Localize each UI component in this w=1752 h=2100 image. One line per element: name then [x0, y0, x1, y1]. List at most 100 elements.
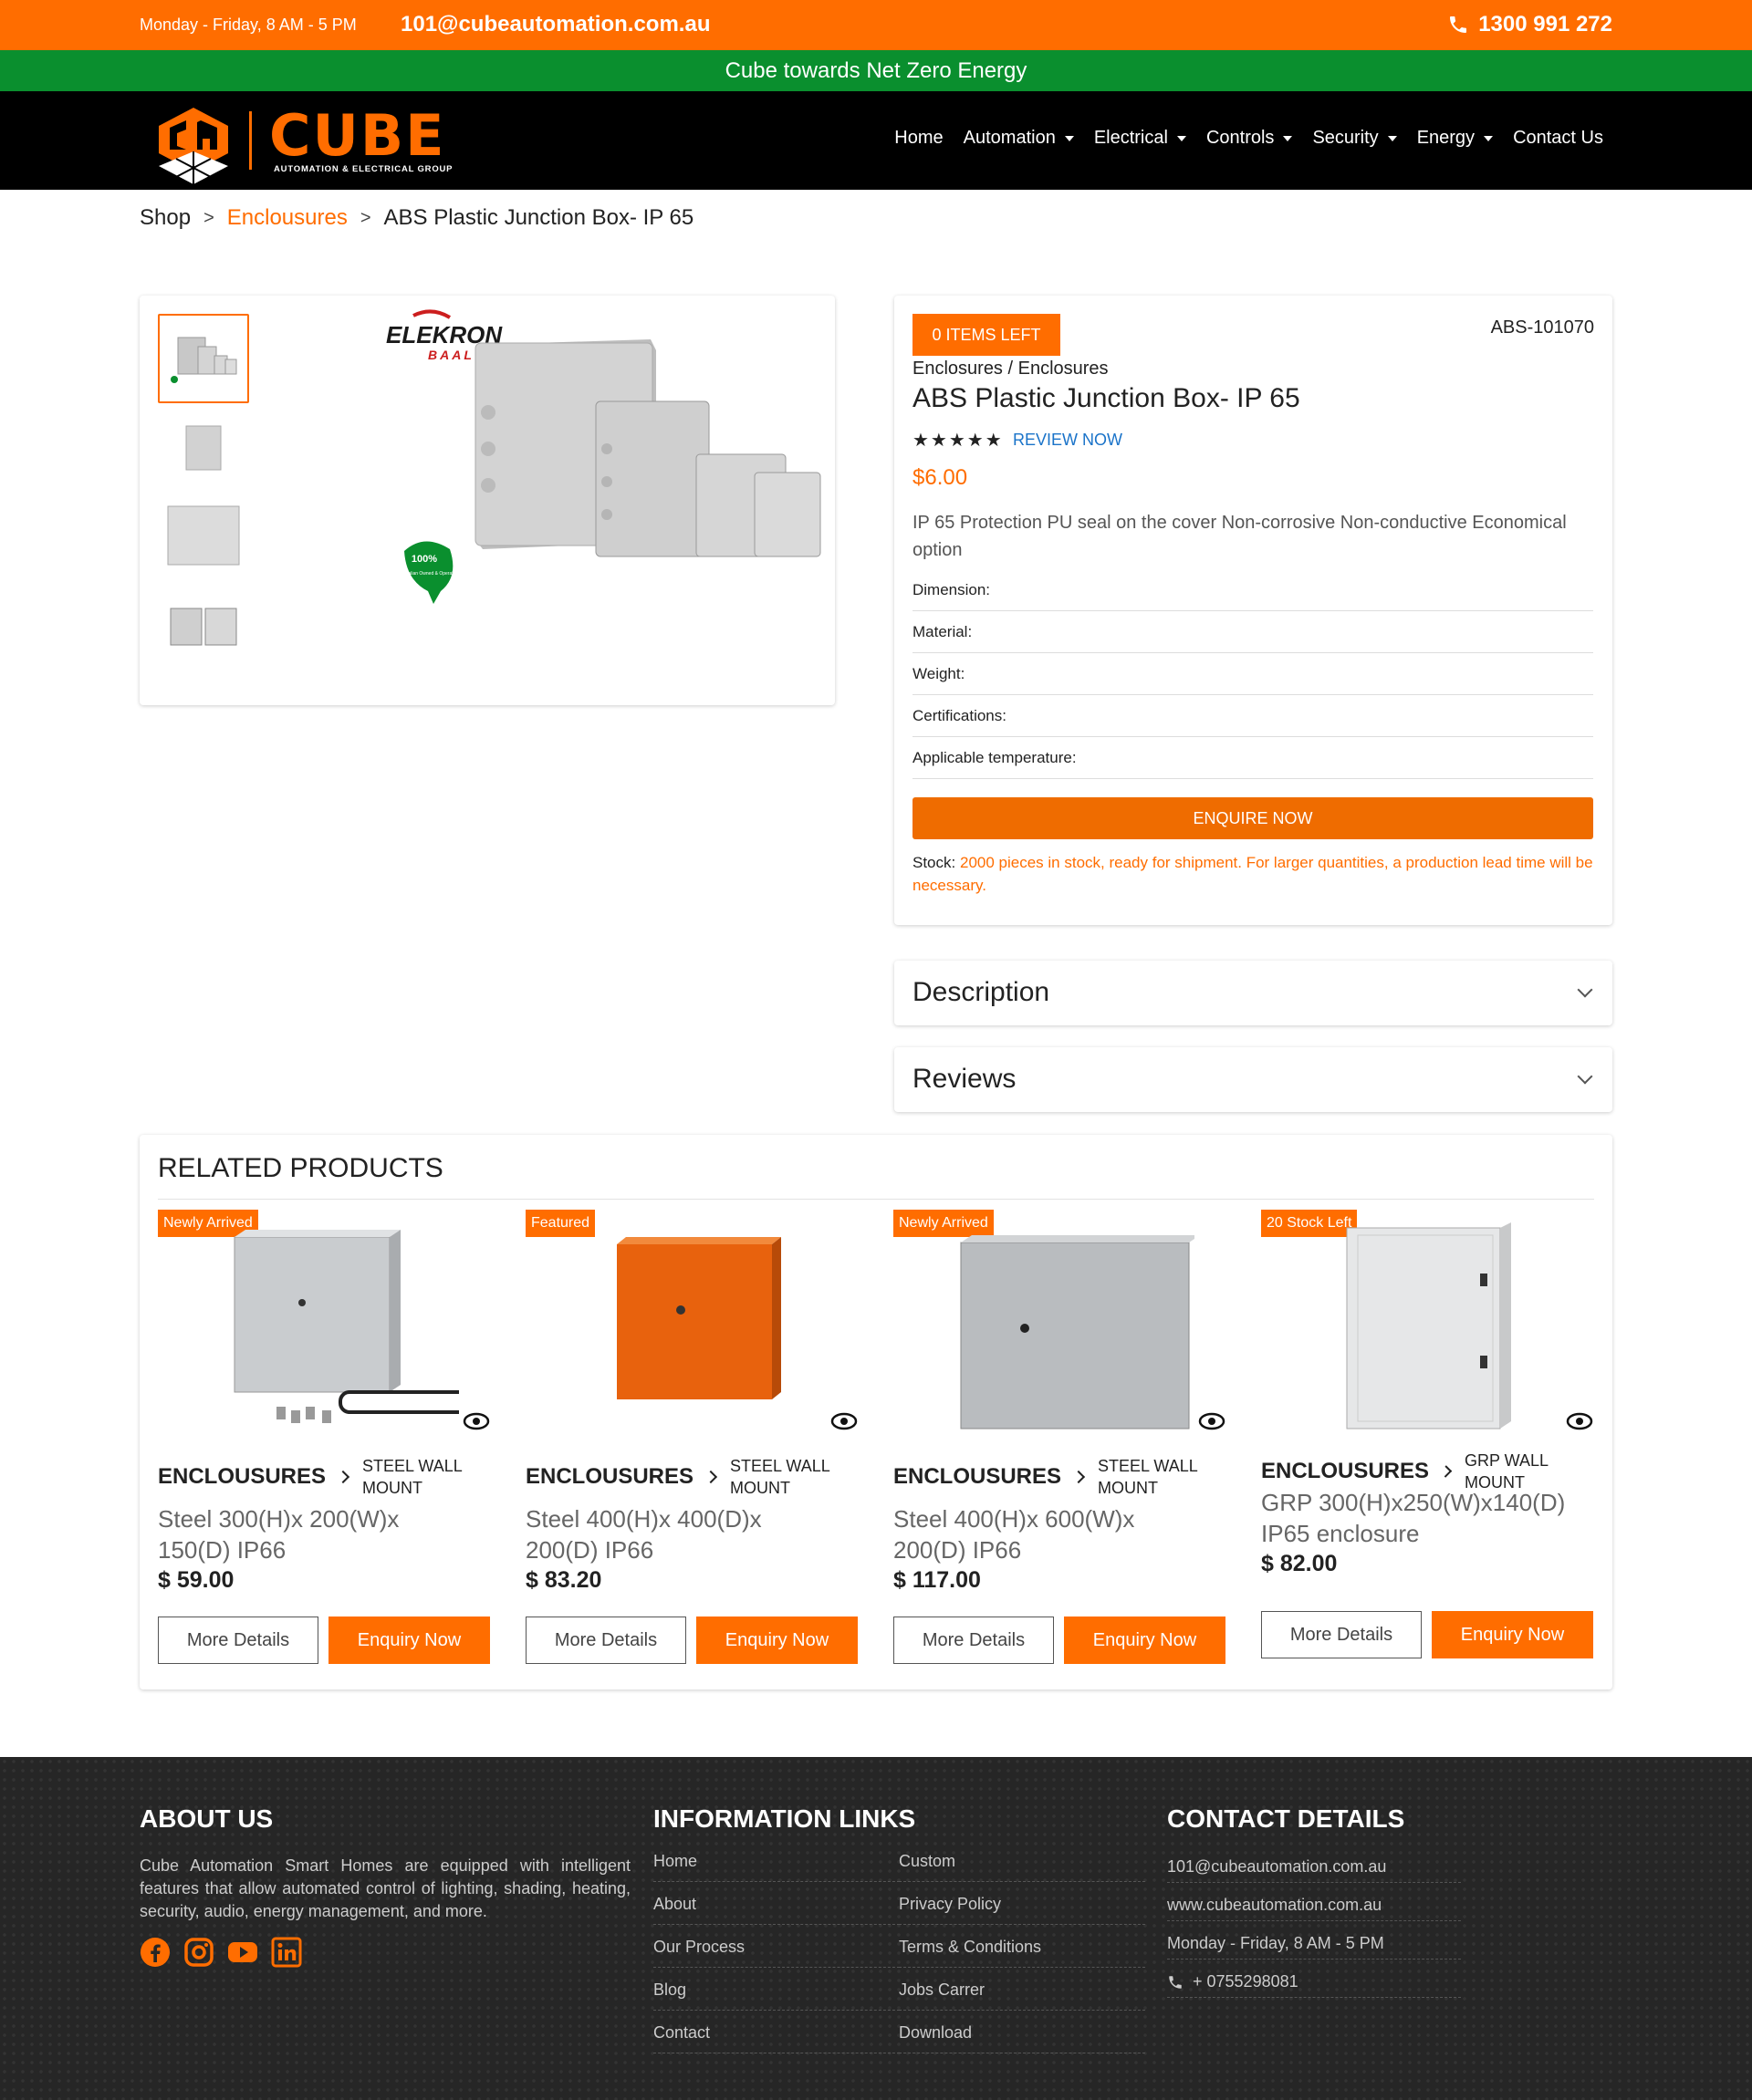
footer-contact-title: CONTACT DETAILS [1167, 1804, 1405, 1833]
enquiry-now-button[interactable]: Enquiry Now [696, 1617, 858, 1664]
footer-link[interactable]: Terms & Conditions [899, 1925, 1145, 1968]
nav-item-electrical[interactable]: Electrical [1094, 128, 1186, 149]
footer-website[interactable]: www.cubeautomation.com.au [1167, 1883, 1461, 1921]
gallery-thumbnail[interactable] [158, 491, 249, 580]
product-subcategory[interactable]: STEEL WALL MOUNT [1098, 1455, 1198, 1499]
nav-item-security[interactable]: Security [1312, 128, 1397, 149]
star-rating-icon: ★★★★★ [912, 431, 1004, 451]
description-accordion[interactable]: Description [894, 961, 1612, 1025]
product-subcategory[interactable]: STEEL WALL MOUNT [362, 1455, 463, 1499]
main-navbar: CUBE AUTOMATION & ELECTRICAL GROUP Home … [0, 91, 1752, 190]
nav-item-contact[interactable]: Contact Us [1513, 128, 1603, 149]
nav-item-home[interactable]: Home [894, 128, 943, 149]
nav-item-energy[interactable]: Energy [1417, 128, 1494, 149]
footer-phone[interactable]: + 0755298081 [1167, 1960, 1461, 1998]
breadcrumb: Shop > Enclousures > ABS Plastic Junctio… [140, 205, 694, 231]
business-hours: Monday - Friday, 8 AM - 5 PM [140, 16, 357, 34]
product-name[interactable]: Steel 400(H)x 400(D)x 200(D) IP66 [526, 1503, 836, 1565]
eye-icon[interactable] [1198, 1410, 1225, 1432]
footer-link[interactable]: Privacy Policy [899, 1882, 1145, 1925]
nav-label: Electrical [1093, 128, 1168, 148]
footer-link[interactable]: Custom [899, 1839, 1145, 1882]
brand-logo-subtext: BAAL [428, 348, 474, 362]
review-now-link[interactable]: REVIEW NOW [1013, 431, 1122, 450]
product-category[interactable]: Enclosures / Enclosures [912, 359, 1109, 379]
product-subcategory[interactable]: STEEL WALL MOUNT [730, 1455, 830, 1499]
product-sku: ABS-101070 [1490, 317, 1594, 338]
eye-icon[interactable] [463, 1410, 490, 1432]
cube-logo[interactable]: CUBE AUTOMATION & ELECTRICAL GROUP [155, 99, 493, 184]
footer-link[interactable]: Blog [653, 1968, 900, 2011]
product-category[interactable]: ENCLOUSURES [1261, 1459, 1429, 1484]
product-thumbnail-image [167, 505, 240, 566]
footer-email[interactable]: 101@cubeautomation.com.au [1167, 1845, 1461, 1883]
product-category[interactable]: ENCLOUSURES [158, 1464, 326, 1490]
product-price: $ 82.00 [1261, 1551, 1338, 1576]
product-category[interactable]: ENCLOUSURES [893, 1464, 1061, 1490]
more-details-button[interactable]: More Details [1261, 1611, 1422, 1658]
caret-down-icon [1176, 135, 1186, 141]
eye-icon[interactable] [830, 1410, 858, 1432]
product-image[interactable] [1288, 1219, 1562, 1438]
chevron-down-icon [1577, 982, 1593, 998]
enquiry-now-button[interactable]: Enquiry Now [328, 1617, 490, 1664]
chevron-right-icon [336, 1470, 350, 1484]
spec-temperature: Applicable temperature: [912, 737, 1593, 779]
related-products-title: RELATED PRODUCTS [158, 1153, 443, 1183]
product-category[interactable]: ENCLOUSURES [526, 1464, 694, 1490]
more-details-button[interactable]: More Details [158, 1617, 318, 1664]
enquire-now-button[interactable]: ENQUIRE NOW [912, 797, 1593, 839]
breadcrumb-shop[interactable]: Shop [140, 205, 191, 231]
product-info-card: 0 ITEMS LEFT ABS-101070 Enclosures / Enc… [894, 296, 1612, 925]
breadcrumb-separator: > [360, 207, 371, 228]
top-bar: Monday - Friday, 8 AM - 5 PM 101@cubeaut… [0, 0, 1752, 50]
gallery-thumbnail[interactable] [158, 582, 249, 671]
footer-link[interactable]: Contact [653, 2011, 900, 2053]
product-title: ABS Plastic Junction Box- IP 65 [912, 383, 1300, 413]
product-price: $ 83.20 [526, 1567, 602, 1593]
nav-label: Security [1312, 128, 1379, 148]
more-details-button[interactable]: More Details [893, 1617, 1054, 1664]
product-name[interactable]: Steel 400(H)x 600(W)x 200(D) IP66 [893, 1503, 1204, 1565]
caret-down-icon [1064, 135, 1074, 141]
footer-link[interactable]: Home [653, 1839, 900, 1882]
footer-link[interactable]: Jobs Carrer [899, 1968, 1145, 2011]
enquiry-now-button[interactable]: Enquiry Now [1064, 1617, 1225, 1664]
chevron-right-icon [1439, 1465, 1453, 1478]
youtube-icon[interactable] [227, 1937, 258, 1968]
footer-link[interactable]: About [653, 1882, 900, 1925]
product-category-row: ENCLOUSURES STEEL WALL MOUNT [893, 1454, 1225, 1500]
related-products: RELATED PRODUCTS Newly Arrived ENCLOUSUR… [140, 1135, 1612, 1689]
breadcrumb-category[interactable]: Enclousures [227, 205, 348, 231]
footer-link[interactable]: Download [899, 2011, 1145, 2053]
product-name[interactable]: Steel 300(H)x 200(W)x 150(D) IP66 [158, 1503, 459, 1565]
instagram-icon[interactable] [183, 1937, 214, 1968]
nav-item-controls[interactable]: Controls [1206, 128, 1293, 149]
gallery-thumbnail[interactable] [158, 403, 249, 493]
facebook-icon[interactable] [140, 1937, 171, 1968]
product-description: IP 65 Protection PU seal on the cover No… [912, 513, 1567, 560]
related-product-card: Newly Arrived ENCLOUSURES STEEL WALL MOU… [158, 1210, 490, 1675]
nav-item-automation[interactable]: Automation [964, 128, 1074, 149]
gallery-thumbnail[interactable] [158, 314, 249, 403]
accordion-title: Reviews [912, 1064, 1017, 1094]
product-image[interactable] [185, 1219, 459, 1438]
email-link[interactable]: 101@cubeautomation.com.au [401, 12, 710, 37]
enquiry-now-button[interactable]: Enquiry Now [1432, 1611, 1593, 1658]
product-image[interactable] [921, 1219, 1194, 1438]
eye-icon[interactable] [1566, 1410, 1593, 1432]
site-footer: ABOUT US Cube Automation Smart Homes are… [0, 1757, 1752, 2100]
phone-link[interactable]: 1300 991 272 [1447, 12, 1612, 37]
linkedin-icon[interactable] [271, 1937, 302, 1968]
divider [158, 1199, 1594, 1200]
footer-website-text: www.cubeautomation.com.au [1167, 1896, 1382, 1914]
related-product-card: Featured ENCLOUSURES STEEL WALL MOUNT St… [526, 1210, 858, 1675]
reviews-accordion[interactable]: Reviews [894, 1047, 1612, 1112]
product-name[interactable]: GRP 300(H)x250(W)x140(D) IP65 enclosure [1261, 1487, 1593, 1549]
phone-icon [1169, 1975, 1182, 1989]
more-details-button[interactable]: More Details [526, 1617, 686, 1664]
stock-label: Stock: [912, 854, 956, 871]
footer-link[interactable]: Our Process [653, 1925, 900, 1968]
product-main-image: ELEKRON BAAL 100% Australian Owned & Ope… [386, 309, 821, 604]
product-image[interactable] [553, 1219, 827, 1438]
